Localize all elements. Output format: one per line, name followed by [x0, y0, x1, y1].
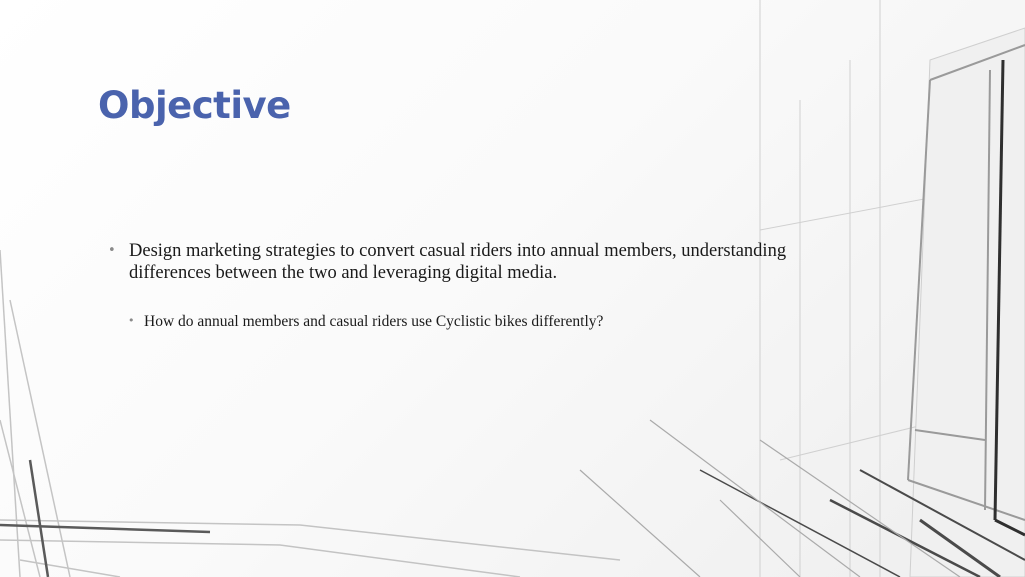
- sub-bullet-item: • How do annual members and casual rider…: [105, 312, 805, 332]
- slide-title: Objective: [98, 84, 291, 127]
- bullet-text: Design marketing strategies to convert c…: [129, 241, 787, 283]
- bullet-item: • Design marketing strategies to convert…: [105, 240, 805, 284]
- bullet-list: • Design marketing strategies to convert…: [105, 240, 805, 332]
- sub-bullet-dot-icon: •: [128, 314, 135, 327]
- bullet-dot-icon: •: [108, 243, 116, 258]
- sub-bullet-text: How do annual members and casual riders …: [144, 313, 604, 330]
- slide: Objective • Design marketing strategies …: [0, 0, 1025, 577]
